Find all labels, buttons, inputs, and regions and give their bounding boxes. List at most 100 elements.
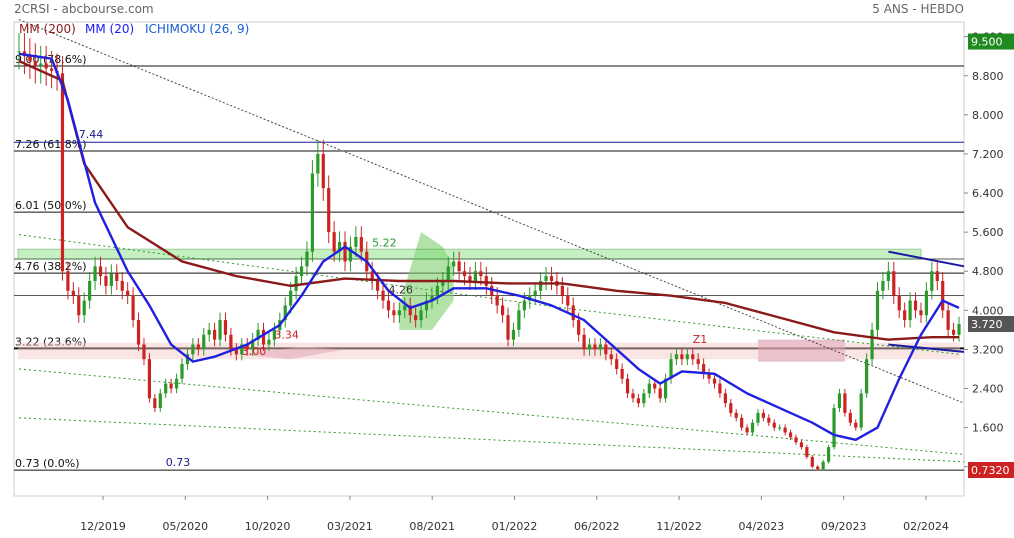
candle-body (750, 422, 755, 433)
candle-body (544, 276, 548, 281)
x-tick-label: 11/2022 (656, 520, 702, 533)
candle-body (419, 310, 423, 321)
candle-body (615, 359, 619, 369)
annotation-label: 4.26 (388, 284, 413, 297)
candle-body (500, 305, 505, 316)
candle-body (522, 300, 526, 311)
candle-body (93, 266, 97, 281)
candle-body (191, 344, 195, 355)
candle-body (647, 383, 651, 394)
candle-body (321, 153, 325, 189)
candle-body (767, 417, 771, 423)
legend-mm200: MM (200) (19, 22, 76, 36)
candle-body (658, 388, 662, 399)
candle-body (39, 63, 43, 66)
y-tick-label: 4.000 (972, 304, 1004, 317)
candle-body (392, 310, 396, 316)
candle-body (778, 427, 782, 429)
candle-body (202, 334, 206, 350)
candle-body (886, 271, 890, 281)
candle-body (196, 344, 200, 350)
candle-body (354, 237, 358, 247)
annotation-label: 3.34 (274, 329, 299, 342)
fib-level-label: 0.73 (0.0%) (15, 457, 80, 470)
candle-body (761, 412, 765, 418)
candle-body (951, 329, 956, 335)
candle-body (28, 56, 32, 62)
candle-body (631, 393, 635, 399)
candle-body (674, 354, 679, 360)
candle-body (71, 290, 75, 296)
candle-body (174, 378, 179, 389)
y-tick-label: 2.400 (972, 382, 1004, 395)
green-channel-mid (18, 417, 965, 463)
candle-body (620, 368, 624, 379)
candle-body (33, 61, 37, 66)
trendline-layer (14, 19, 965, 463)
candle-body (897, 295, 901, 311)
candle-body (598, 344, 602, 350)
candle-body (772, 422, 776, 428)
candle-body (821, 461, 825, 470)
x-tick-label: 06/2022 (574, 520, 620, 533)
candle-body (506, 315, 510, 340)
candle-body (913, 300, 918, 311)
candle-body (164, 383, 168, 394)
candle-body (729, 403, 733, 413)
zones-layer (17, 232, 960, 362)
candle-body (98, 266, 103, 277)
y-tick-label: 6.400 (972, 187, 1004, 200)
candle-body (397, 310, 401, 316)
candle-body (642, 393, 646, 404)
candle-body (756, 412, 760, 423)
candle-body (593, 344, 597, 350)
candle-body (843, 393, 847, 413)
candle-body (533, 290, 537, 296)
red-zone (18, 342, 960, 360)
green-zone (17, 248, 922, 260)
candle-body (946, 310, 950, 330)
candle-body (376, 280, 380, 291)
candle-body (740, 417, 744, 428)
candle-body (115, 273, 119, 281)
y-tick-label: 5.600 (972, 226, 1004, 239)
candle-body (799, 442, 804, 448)
candle-body (17, 51, 21, 53)
candle-body (88, 280, 92, 301)
candle-body (875, 290, 880, 330)
annotation-layer: 7.44 5.22 4.26 3.34 3.00 0.73 Z1 (79, 128, 708, 469)
y-tick-label: 8.000 (972, 109, 1004, 122)
x-tick-label: 05/2020 (162, 520, 208, 533)
candle-body (316, 153, 320, 174)
candle-body (479, 271, 483, 277)
candle-body (805, 447, 809, 457)
candle-body (462, 271, 467, 277)
candle-body (294, 276, 298, 291)
candle-body (941, 280, 945, 311)
fib-level-label: 7.26 (61.8%) (15, 138, 87, 151)
candle-body (299, 266, 304, 277)
fibonacci-layer: 9.00 (78.6%)7.26 (61.8%)6.01 (50.0%)4.76… (14, 53, 964, 471)
candle-body (560, 285, 564, 296)
candle-body (359, 237, 363, 252)
candle-body (653, 383, 657, 389)
candle-body (848, 412, 852, 423)
candle-body (930, 271, 934, 291)
candle-body (60, 73, 65, 272)
candle-body (381, 290, 385, 301)
candle-body (495, 295, 499, 306)
candle-body (109, 273, 113, 286)
candle-body (120, 280, 124, 291)
candle-body (136, 320, 141, 345)
candle-body (414, 315, 418, 321)
candle-body (903, 310, 907, 321)
candle-body (158, 393, 162, 409)
candle-body (935, 271, 939, 281)
x-tick-label: 01/2022 (492, 520, 538, 533)
last-price-tag: 3.720 (971, 318, 1003, 331)
fib-level-label: 4.76 (38.2%) (15, 260, 87, 273)
candle-body (604, 344, 608, 355)
candle-body (310, 173, 315, 252)
candle-body (582, 334, 586, 350)
candle-body (142, 344, 146, 360)
